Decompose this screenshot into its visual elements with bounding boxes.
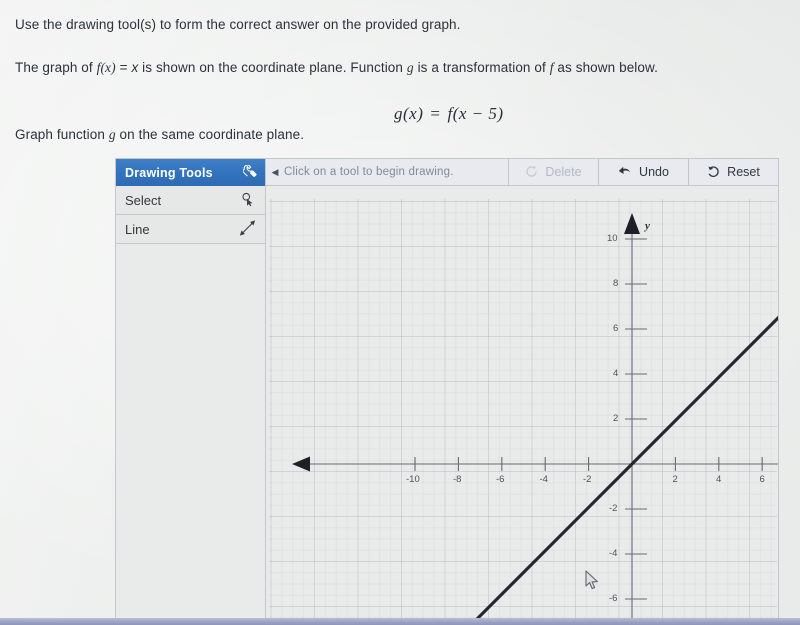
statement-part-2: is shown on the coordinate plane. Functi… (138, 60, 407, 75)
drawing-toolbar: ◀ Click on a tool to begin drawing. Dele… (266, 159, 778, 186)
y-tick-label-10: 10 (607, 233, 618, 244)
transformation-equation: g(x) = f(x − 5) (394, 104, 504, 124)
x-tick-label-6: 6 (759, 474, 765, 485)
tool-item-select-label: Select (125, 192, 162, 208)
screen-bottom-strip (0, 618, 800, 625)
y-tick-label-4: 4 (613, 368, 619, 379)
delete-button[interactable]: Delete (508, 159, 598, 185)
task-part-1: Graph function (15, 127, 109, 142)
tool-item-line-label: Line (125, 221, 150, 237)
cursor-select-icon (241, 192, 256, 209)
x-tick-label-neg8: -8 (453, 474, 462, 485)
statement-part-3: is a transformation of (413, 60, 550, 75)
line-tool-icon (239, 220, 256, 239)
y-axis (624, 213, 647, 624)
drawing-tools-panel: Drawing Tools Select Line (116, 159, 266, 624)
task-function-g: g (108, 127, 116, 142)
statement-equals: = (115, 60, 132, 75)
x-tick-label-neg10: -10 (406, 474, 420, 485)
undo-icon (618, 165, 632, 180)
undo-button[interactable]: Undo (598, 159, 688, 185)
equation-equals-sign: = (430, 104, 441, 123)
equation-lhs: g(x) (394, 104, 424, 123)
x-tick-label-neg6: -6 (496, 474, 505, 485)
reset-button-label: Reset (727, 165, 760, 179)
task-line: Graph function g on the same coordinate … (15, 126, 304, 144)
problem-statement: The graph of f(x) = x is shown on the co… (15, 59, 658, 77)
instruction-line: Use the drawing tool(s) to form the corr… (15, 17, 461, 32)
y-tick-label-neg2: -2 (609, 503, 618, 514)
tool-panel-empty-area (116, 244, 265, 624)
x-tick-label-neg4: -4 (539, 474, 548, 485)
y-axis-label: y (645, 220, 650, 232)
toolbar-hint-text: Click on a tool to begin drawing. (284, 166, 454, 178)
statement-part-1: The graph of (15, 60, 97, 75)
function-g: g (406, 60, 414, 75)
drawing-widget: Drawing Tools Select Line ◀ Click on a t… (115, 158, 779, 625)
y-tick-label-8: 8 (613, 278, 619, 289)
task-part-2: on the same coordinate plane. (115, 127, 305, 142)
x-tick-label-2: 2 (672, 474, 678, 485)
x-tick-label-neg2: -2 (583, 474, 592, 485)
equation-rhs: f(x − 5) (447, 104, 504, 123)
tool-item-select[interactable]: Select (116, 186, 265, 215)
wrench-icon[interactable] (242, 163, 257, 181)
y-tick-label-neg6: -6 (609, 593, 618, 604)
graph-plot (292, 213, 778, 624)
drawing-tools-title: Drawing Tools (125, 165, 213, 180)
drawing-tools-header: Drawing Tools (116, 159, 265, 186)
function-f-of-x: f(x) (96, 60, 116, 75)
delete-button-label: Delete (545, 165, 582, 179)
y-tick-label-6: 6 (613, 323, 619, 334)
y-tick-label-neg4: -4 (609, 548, 618, 559)
undo-button-label: Undo (639, 165, 669, 179)
x-axis (292, 456, 778, 472)
x-tick-label-4: 4 (716, 474, 722, 485)
coordinate-plane-canvas[interactable]: -10 -8 -6 -4 -2 2 4 6 8 10 10 8 6 4 2 -2… (266, 186, 778, 624)
statement-part-4: as shown below. (553, 60, 658, 75)
y-tick-label-2: 2 (613, 413, 619, 424)
reset-icon (707, 165, 720, 180)
reset-button[interactable]: Reset (688, 159, 778, 185)
delete-icon (525, 165, 538, 180)
tool-item-line[interactable]: Line (116, 215, 265, 244)
collapse-panel-icon[interactable]: ◀ (266, 159, 284, 185)
